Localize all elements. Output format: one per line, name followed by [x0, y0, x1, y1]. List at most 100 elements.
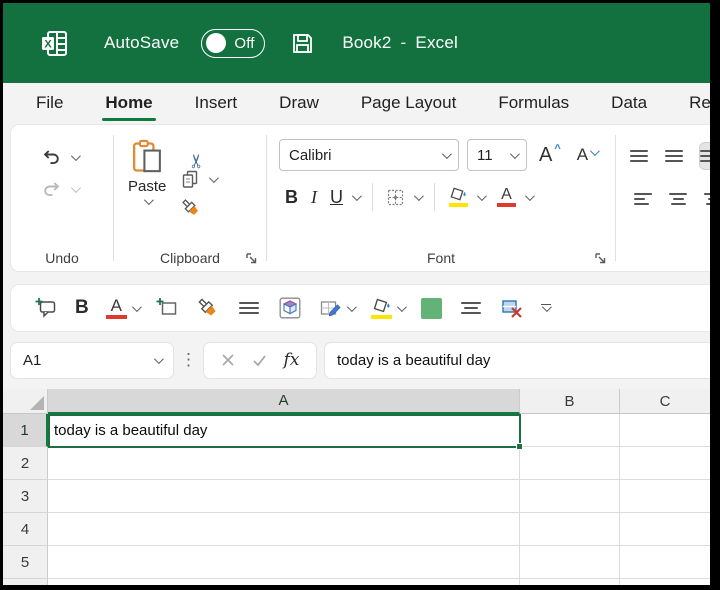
- underline-button[interactable]: U: [330, 187, 362, 208]
- font-color-bar: [497, 203, 516, 207]
- italic-button[interactable]: I: [311, 187, 317, 208]
- column-header-a[interactable]: A: [48, 389, 520, 414]
- column-header-c[interactable]: C: [620, 389, 710, 414]
- draw-borders-icon: [320, 300, 341, 316]
- cell-b3[interactable]: [520, 480, 620, 513]
- font-color-button[interactable]: A: [105, 295, 142, 319]
- cell-c1[interactable]: [620, 414, 710, 447]
- paste-dropdown-chevron[interactable]: [143, 195, 154, 206]
- copy-dropdown-chevron[interactable]: [209, 172, 220, 183]
- column-header-b[interactable]: B: [520, 389, 620, 414]
- font-name-select[interactable]: Calibri: [279, 139, 459, 171]
- tab-insert[interactable]: Insert: [194, 89, 239, 117]
- cell-a2[interactable]: [48, 447, 520, 480]
- bold-button[interactable]: B: [75, 297, 89, 319]
- undo-button[interactable]: [41, 147, 113, 167]
- row-header-3[interactable]: 3: [3, 480, 48, 513]
- row-header-1[interactable]: 1: [3, 414, 48, 447]
- row-header-5[interactable]: 5: [3, 546, 48, 579]
- font-group-label: Font: [426, 250, 455, 266]
- borders-chevron[interactable]: [413, 190, 424, 201]
- redo-icon: [44, 182, 60, 197]
- font-color-chevron[interactable]: [131, 301, 142, 312]
- cell-a3[interactable]: [48, 480, 520, 513]
- column-headers: A B C: [3, 389, 710, 414]
- cell-c5[interactable]: [620, 546, 710, 579]
- cell-a4[interactable]: [48, 513, 520, 546]
- font-dialog-launcher[interactable]: [594, 252, 607, 265]
- autosave-toggle[interactable]: Off: [201, 28, 266, 58]
- row-header-2[interactable]: 2: [3, 447, 48, 480]
- cell-c4[interactable]: [620, 513, 710, 546]
- align-left-button[interactable]: [630, 186, 652, 212]
- undo-dropdown-chevron[interactable]: [70, 150, 81, 161]
- tab-home[interactable]: Home: [102, 89, 156, 121]
- borders-button[interactable]: [386, 188, 424, 207]
- formula-bar-grip[interactable]: ⋮: [180, 350, 197, 370]
- align-middle-icon[interactable]: [237, 295, 261, 321]
- bottom-align-button[interactable]: [700, 143, 710, 169]
- draw-borders-chevron[interactable]: [346, 301, 357, 312]
- row-header-6[interactable]: 6: [3, 579, 48, 585]
- cell-b4[interactable]: [520, 513, 620, 546]
- select-all-button[interactable]: [3, 389, 48, 414]
- new-comment-icon[interactable]: [35, 297, 58, 320]
- cut-icon[interactable]: ✂: [187, 133, 208, 169]
- font-color-chevron[interactable]: [524, 190, 535, 201]
- cell-b1[interactable]: [520, 414, 620, 447]
- cell-b2[interactable]: [520, 447, 620, 480]
- name-box[interactable]: A1: [11, 342, 173, 378]
- title-separator: -: [400, 33, 407, 52]
- fill-color-button[interactable]: [370, 298, 407, 319]
- align-center-icon[interactable]: [459, 295, 483, 321]
- save-icon[interactable]: [291, 32, 314, 55]
- fill-color-button[interactable]: [448, 187, 487, 207]
- clipboard-dialog-launcher[interactable]: [245, 252, 258, 265]
- draw-borders-button[interactable]: [319, 297, 357, 320]
- format-painter-icon[interactable]: [180, 197, 202, 219]
- cell-a6[interactable]: [48, 579, 520, 585]
- enter-check-icon[interactable]: [252, 354, 267, 367]
- cell-a5[interactable]: [48, 546, 520, 579]
- insert-cells-icon[interactable]: [156, 297, 179, 319]
- cancel-icon[interactable]: [221, 353, 235, 367]
- ribbon-tab-bar: File Home Insert Draw Page Layout Formul…: [3, 83, 710, 123]
- tab-review[interactable]: Review: [688, 89, 710, 117]
- alignment-group-label: Alignment: [616, 250, 710, 266]
- shrink-font-button[interactable]: A: [573, 145, 601, 165]
- copy-button[interactable]: [180, 169, 220, 189]
- 3d-models-icon[interactable]: [278, 296, 302, 320]
- font-color-letter: A: [110, 295, 122, 315]
- fill-color-chevron[interactable]: [476, 190, 487, 201]
- delete-cells-icon[interactable]: [500, 297, 524, 320]
- cell-c2[interactable]: [620, 447, 710, 480]
- tab-data[interactable]: Data: [610, 89, 648, 117]
- toolbar-overflow-button[interactable]: [540, 302, 553, 313]
- cell-b6[interactable]: [520, 579, 620, 585]
- format-painter-icon[interactable]: [196, 296, 220, 320]
- cell-c6[interactable]: [620, 579, 710, 585]
- top-align-button[interactable]: [630, 143, 648, 169]
- tab-page-layout[interactable]: Page Layout: [360, 89, 457, 117]
- tab-draw[interactable]: Draw: [278, 89, 320, 117]
- font-size-select[interactable]: 11: [467, 139, 527, 171]
- insert-function-button[interactable]: fx: [284, 350, 300, 370]
- tab-file[interactable]: File: [35, 89, 64, 117]
- bold-button[interactable]: B: [285, 187, 298, 208]
- fill-color-chevron[interactable]: [396, 301, 407, 312]
- align-right-button[interactable]: [704, 186, 710, 212]
- cell-b5[interactable]: [520, 546, 620, 579]
- tab-formulas[interactable]: Formulas: [497, 89, 570, 117]
- font-color-button[interactable]: A: [497, 187, 535, 207]
- align-center-button[interactable]: [669, 186, 687, 212]
- underline-chevron[interactable]: [351, 190, 362, 201]
- grow-font-button[interactable]: A ^: [535, 143, 565, 167]
- name-box-chevron[interactable]: [153, 353, 164, 364]
- cell-style-swatch[interactable]: [420, 297, 442, 319]
- cell-a1[interactable]: today is a beautiful day: [48, 414, 520, 447]
- row-header-4[interactable]: 4: [3, 513, 48, 546]
- redo-button[interactable]: [41, 179, 113, 199]
- middle-align-button[interactable]: [665, 143, 683, 169]
- formula-input[interactable]: today is a beautiful day: [325, 342, 710, 378]
- cell-c3[interactable]: [620, 480, 710, 513]
